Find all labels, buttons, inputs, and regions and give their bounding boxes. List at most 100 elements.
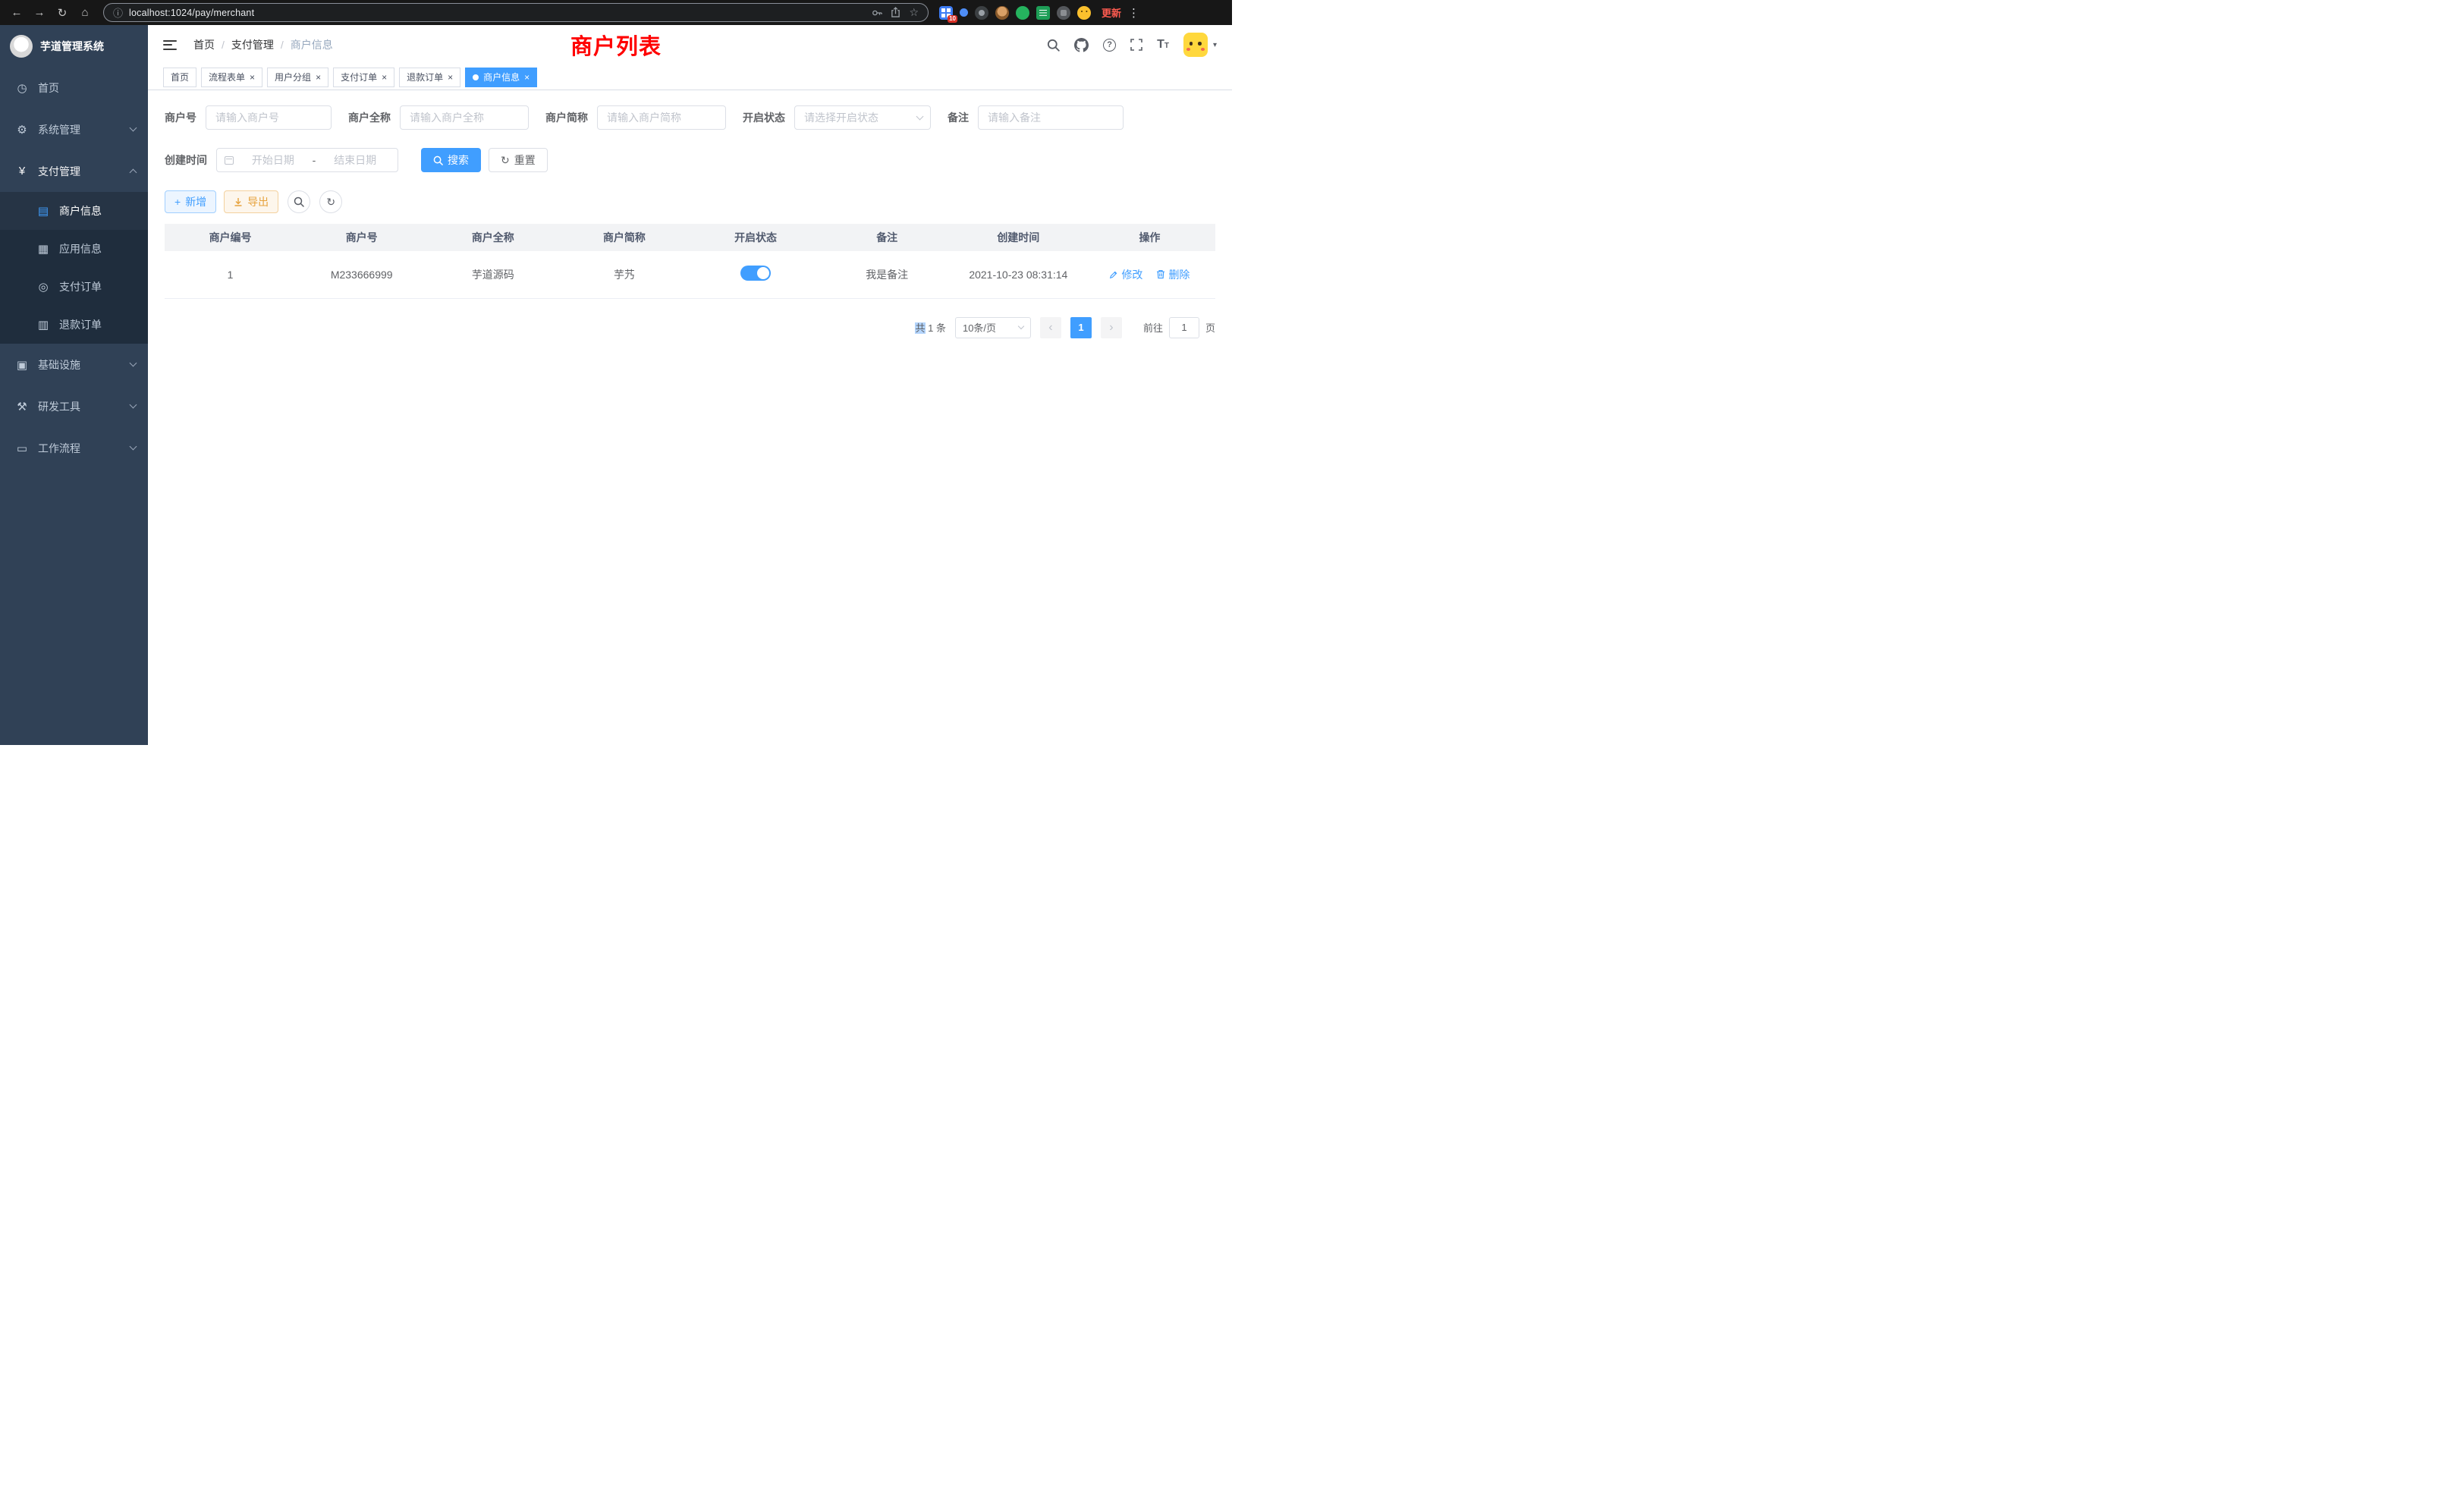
tab-merchant-info[interactable]: 商户信息 × — [465, 68, 537, 87]
tab-close-icon[interactable]: × — [448, 73, 453, 82]
sidebar-item-label: 应用信息 — [59, 241, 102, 256]
column-header-merchant-no: 商户号 — [296, 224, 427, 251]
sidebar-subitem-app-info[interactable]: ▦ 应用信息 — [0, 230, 148, 268]
status-select[interactable] — [794, 105, 931, 130]
search-icon[interactable] — [1047, 39, 1060, 52]
blue-dot-extension-icon[interactable] — [960, 8, 968, 17]
breadcrumb: 首页 / 支付管理 / 商户信息 — [193, 37, 333, 52]
dark-extension-icon[interactable] — [975, 6, 988, 20]
status-toggle[interactable] — [740, 266, 771, 281]
tab-close-icon[interactable]: × — [382, 73, 387, 82]
field-label: 开启状态 — [743, 110, 785, 125]
edit-link[interactable]: 修改 — [1109, 267, 1142, 282]
share-icon[interactable] — [891, 7, 900, 18]
info-icon[interactable]: ⓘ — [113, 5, 123, 20]
toggle-search-button[interactable] — [288, 190, 310, 213]
avatar — [1183, 33, 1208, 57]
user-menu[interactable]: ▾ — [1183, 33, 1217, 57]
bookmark-star-icon[interactable]: ☆ — [909, 6, 919, 19]
column-header-status: 开启状态 — [690, 224, 822, 251]
sidebar-item-infrastructure[interactable]: ▣ 基础设施 — [0, 344, 148, 385]
browser-toolbar: ← → ↻ ⌂ ⓘ localhost:1024/pay/merchant ☆ — [0, 0, 1232, 25]
breadcrumb-home[interactable]: 首页 — [193, 37, 215, 52]
cell-create-time: 2021-10-23 08:31:14 — [953, 251, 1084, 298]
logo-avatar — [10, 35, 33, 58]
column-header-short-name: 商户简称 — [558, 224, 690, 251]
green-circle-extension-icon[interactable] — [1016, 6, 1029, 20]
add-button[interactable]: + 新增 — [165, 190, 216, 213]
fullscreen-icon[interactable] — [1130, 39, 1142, 51]
breadcrumb-payment[interactable]: 支付管理 — [231, 37, 274, 52]
total-rest: 1 条 — [926, 322, 946, 334]
tab-close-icon[interactable]: × — [250, 73, 255, 82]
github-icon[interactable] — [1074, 38, 1089, 52]
merchant-no-input[interactable] — [206, 105, 332, 130]
field-label: 商户简称 — [545, 110, 588, 125]
tab-refund-order[interactable]: 退款订单 × — [399, 68, 460, 87]
tab-label: 退款订单 — [407, 71, 443, 83]
sidebar-item-label: 退款订单 — [59, 317, 102, 332]
sheets-extension-icon[interactable] — [1036, 6, 1050, 20]
tab-home[interactable]: 首页 — [163, 68, 196, 87]
search-button[interactable]: 搜索 — [421, 148, 481, 172]
reset-button[interactable]: ↻ 重置 — [489, 148, 548, 172]
short-name-input[interactable] — [597, 105, 726, 130]
remark-input[interactable] — [978, 105, 1124, 130]
chevron-down-icon — [130, 443, 137, 451]
sidebar-item-workflow[interactable]: ▭ 工作流程 — [0, 427, 148, 469]
sidebar: 芋道管理系统 ◷ 首页 ⚙ 系统管理 ¥ 支付管理 ▤ 商户信息 — [0, 25, 148, 745]
delete-link-label: 删除 — [1168, 267, 1190, 282]
key-icon[interactable] — [872, 8, 882, 18]
dashboard-icon: ◷ — [15, 81, 29, 95]
back-icon[interactable]: ← — [8, 6, 26, 19]
sidebar-item-label: 支付管理 — [38, 164, 80, 179]
delete-link[interactable]: 删除 — [1156, 267, 1190, 282]
forward-icon[interactable]: → — [30, 6, 49, 19]
tab-user-group[interactable]: 用户分组 × — [267, 68, 328, 87]
grid-icon: ▦ — [36, 242, 50, 256]
extensions-grid-icon[interactable]: 10 — [939, 6, 953, 20]
smiley-extension-icon[interactable] — [1077, 6, 1091, 20]
home-icon[interactable]: ⌂ — [76, 6, 94, 19]
sidebar-subitem-pay-order[interactable]: ◎ 支付订单 — [0, 268, 148, 306]
status-select-input[interactable] — [794, 105, 931, 130]
sidebar-item-home[interactable]: ◷ 首页 — [0, 67, 148, 108]
tab-pay-order[interactable]: 支付订单 × — [333, 68, 394, 87]
tab-process-form[interactable]: 流程表单 × — [201, 68, 262, 87]
merchant-table: 商户编号 商户号 商户全称 商户简称 开启状态 备注 创建时间 操作 1 — [165, 224, 1215, 299]
app-logo[interactable]: 芋道管理系统 — [0, 25, 148, 67]
sidebar-toggle-icon[interactable] — [163, 40, 177, 50]
profile-extension-icon[interactable] — [995, 6, 1009, 20]
cell-merchant-id: 1 — [165, 251, 296, 298]
yen-icon: ¥ — [15, 165, 29, 178]
goto-page-input[interactable] — [1169, 317, 1199, 338]
browser-update-button[interactable]: 更新 — [1102, 5, 1121, 20]
payment-submenu: ▤ 商户信息 ▦ 应用信息 ◎ 支付订单 ▥ 退款订单 — [0, 192, 148, 344]
column-header-full-name: 商户全称 — [427, 224, 558, 251]
page-1-button[interactable]: 1 — [1070, 317, 1092, 338]
address-bar[interactable]: ⓘ localhost:1024/pay/merchant ☆ — [103, 3, 929, 22]
next-page-button[interactable]: › — [1101, 317, 1122, 338]
reload-icon[interactable]: ↻ — [53, 6, 71, 20]
tab-close-icon[interactable]: × — [524, 73, 530, 82]
sidebar-subitem-refund-order[interactable]: ▥ 退款订单 — [0, 306, 148, 344]
page-size-select[interactable]: 10条/页 — [955, 317, 1031, 338]
prev-page-button[interactable]: ‹ — [1040, 317, 1061, 338]
date-range-picker[interactable]: 开始日期 - 结束日期 — [216, 148, 398, 172]
short-name-field: 商户简称 — [545, 105, 726, 130]
sidebar-item-dev-tools[interactable]: ⚒ 研发工具 — [0, 385, 148, 427]
tab-close-icon[interactable]: × — [316, 73, 321, 82]
help-icon[interactable]: ? — [1103, 39, 1116, 52]
card-icon: ▤ — [36, 204, 50, 218]
pen-icon — [1109, 270, 1118, 279]
export-button[interactable]: 导出 — [224, 190, 278, 213]
font-size-icon[interactable]: TT — [1157, 38, 1169, 52]
refresh-table-button[interactable]: ↻ — [319, 190, 342, 213]
sidebar-item-payment-mgmt[interactable]: ¥ 支付管理 — [0, 150, 148, 192]
calendar-icon — [225, 156, 234, 165]
full-name-input[interactable] — [400, 105, 529, 130]
browser-menu-icon[interactable]: ⋮ — [1128, 6, 1139, 20]
sidebar-item-system-mgmt[interactable]: ⚙ 系统管理 — [0, 108, 148, 150]
sidebar-subitem-merchant-info[interactable]: ▤ 商户信息 — [0, 192, 148, 230]
puzzle-extension-icon[interactable] — [1057, 6, 1070, 20]
